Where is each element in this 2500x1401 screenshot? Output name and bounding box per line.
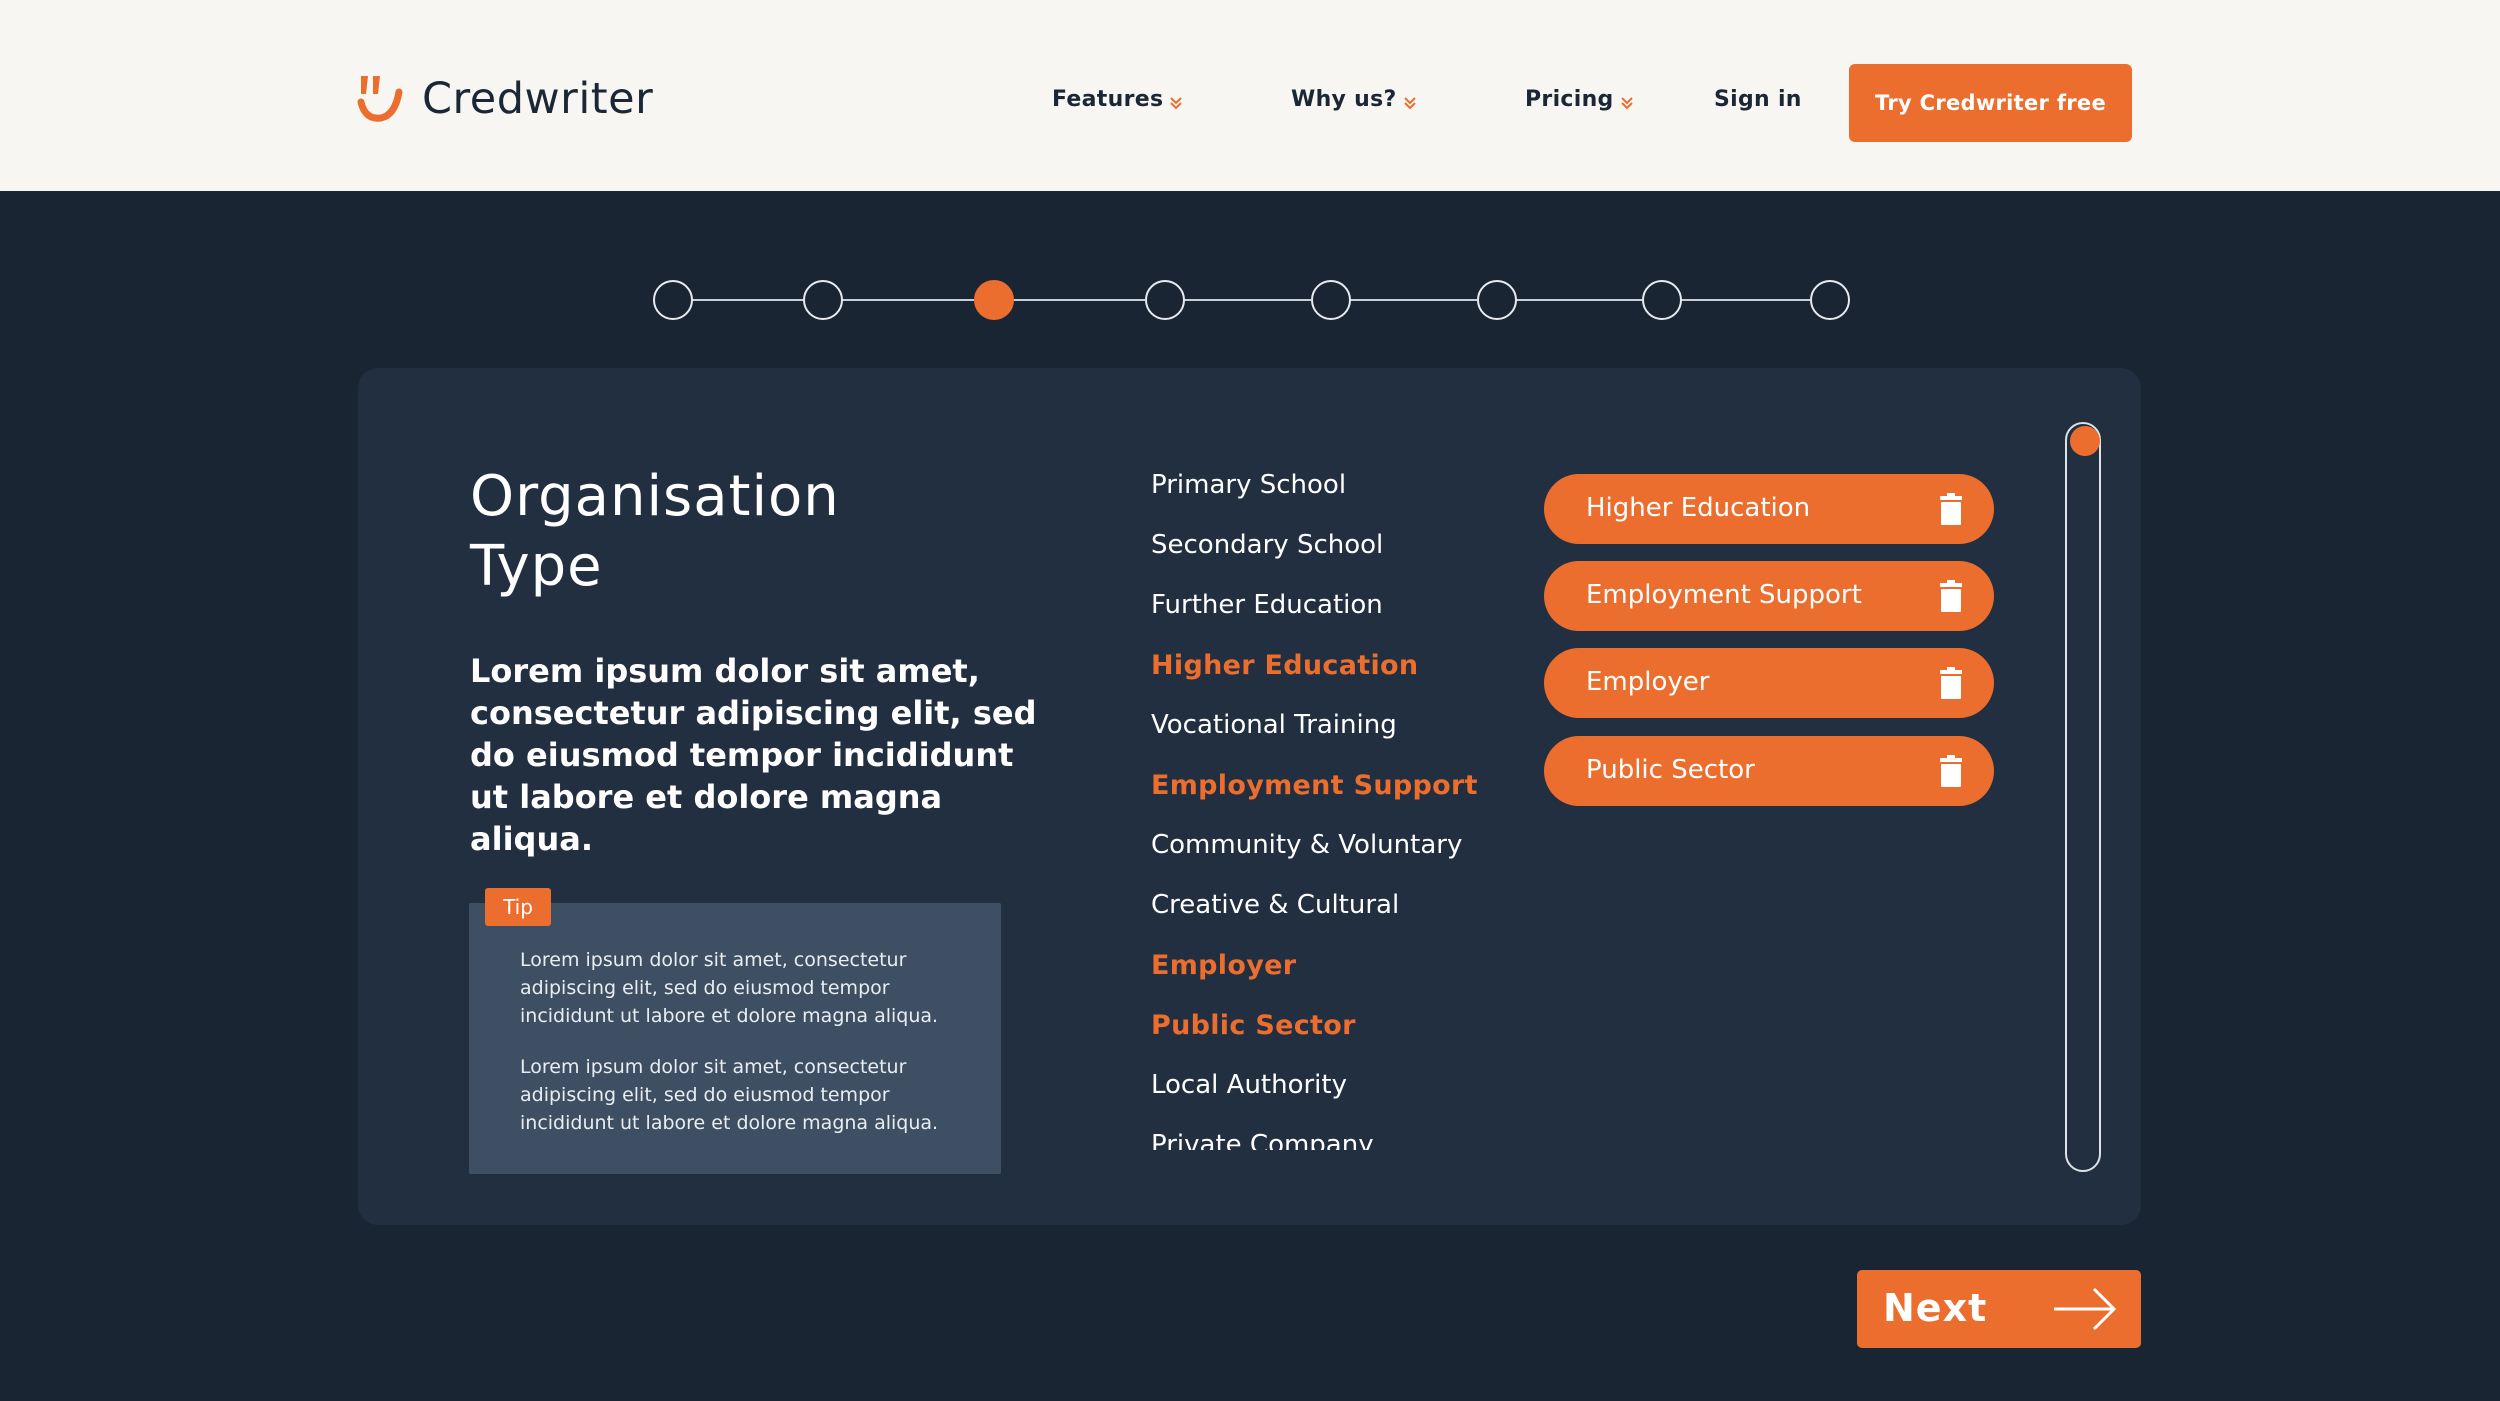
option-further-education[interactable]: Further Education — [1151, 590, 1383, 620]
trash-icon[interactable] — [1938, 580, 1964, 612]
step-dot-6[interactable] — [1477, 280, 1517, 320]
progress-stepper — [0, 280, 2500, 320]
chevron-down-icon — [1403, 96, 1416, 109]
step-connector — [1680, 299, 1810, 301]
nav-label: Sign in — [1714, 87, 1802, 112]
scrollbar-track[interactable] — [2065, 422, 2101, 1172]
step-connector — [1515, 299, 1642, 301]
step-dot-3[interactable] — [974, 280, 1014, 320]
brand-logo[interactable]: Credwriter — [355, 72, 653, 126]
arrow-right-icon — [2054, 1287, 2117, 1331]
option-employer[interactable]: Employer — [1151, 950, 1296, 981]
selected-pill: Higher Education — [1544, 474, 1994, 544]
trash-icon[interactable] — [1938, 755, 1964, 787]
chevron-down-icon — [1620, 96, 1633, 109]
step-dot-8[interactable] — [1810, 280, 1850, 320]
step-dot-7[interactable] — [1642, 280, 1682, 320]
page-title: Organisation Type — [470, 462, 990, 602]
pill-label: Employment Support — [1586, 580, 1862, 610]
step-connector — [1183, 299, 1311, 301]
option-public-sector[interactable]: Public Sector — [1151, 1010, 1356, 1041]
try-free-button[interactable]: Try Credwriter free — [1849, 64, 2132, 142]
pill-label: Higher Education — [1586, 493, 1811, 523]
nav-why-us[interactable]: Why us? — [1291, 87, 1418, 112]
option-creative-cultural[interactable]: Creative & Cultural — [1151, 890, 1399, 920]
pill-label: Public Sector — [1586, 755, 1755, 785]
step-connector — [1349, 299, 1477, 301]
step-dot-2[interactable] — [803, 280, 843, 320]
lead-text: Lorem ipsum dolor sit amet, consectetur … — [470, 652, 1037, 858]
option-higher-education[interactable]: Higher Education — [1151, 650, 1418, 681]
step-dot-1[interactable] — [653, 280, 693, 320]
option-vocational-training[interactable]: Vocational Training — [1151, 710, 1397, 740]
next-button[interactable]: Next — [1857, 1270, 2141, 1348]
title-line: Organisation — [470, 464, 840, 529]
chevron-down-icon — [1170, 96, 1183, 109]
nav-label: Features — [1052, 87, 1164, 112]
title-line: Type — [470, 534, 603, 599]
nav-sign-in[interactable]: Sign in — [1714, 87, 1802, 112]
nav-features[interactable]: Features — [1052, 87, 1184, 112]
tip-paragraph: Lorem ipsum dolor sit amet, consectetur … — [520, 1056, 939, 1134]
option-private-company[interactable]: Private Company — [1151, 1130, 1374, 1150]
step-connector — [691, 299, 803, 301]
step-connector — [841, 299, 974, 301]
step-connector — [1012, 299, 1145, 301]
tip-paragraph: Lorem ipsum dolor sit amet, consectetur … — [520, 949, 939, 1027]
selected-pill: Employer — [1544, 648, 1994, 718]
pill-label: Employer — [1586, 667, 1710, 697]
option-employment-support[interactable]: Employment Support — [1151, 770, 1478, 801]
trash-icon[interactable] — [1938, 493, 1964, 525]
option-local-authority[interactable]: Local Authority — [1151, 1070, 1347, 1100]
step-dot-5[interactable] — [1311, 280, 1351, 320]
option-community-voluntary[interactable]: Community & Voluntary — [1151, 830, 1462, 860]
trash-icon[interactable] — [1938, 667, 1964, 699]
option-secondary-school[interactable]: Secondary School — [1151, 530, 1383, 560]
next-label: Next — [1883, 1286, 1988, 1330]
brand-name: Credwriter — [422, 74, 654, 124]
selected-pill: Public Sector — [1544, 736, 1994, 806]
quote-mark-icon — [357, 76, 403, 122]
step-dot-4[interactable] — [1145, 280, 1185, 320]
nav-pricing[interactable]: Pricing — [1525, 87, 1635, 112]
scrollbar-thumb[interactable] — [2070, 426, 2100, 456]
nav-label: Pricing — [1525, 87, 1614, 112]
organisation-type-list[interactable]: Primary School Secondary School Further … — [1151, 465, 1531, 1150]
nav-label: Why us? — [1291, 87, 1397, 112]
top-navbar: Credwriter Features Why us? Pricing Sign… — [0, 0, 2500, 191]
tip-badge: Tip — [485, 888, 551, 926]
selected-pill: Employment Support — [1544, 561, 1994, 631]
option-primary-school[interactable]: Primary School — [1151, 470, 1346, 500]
